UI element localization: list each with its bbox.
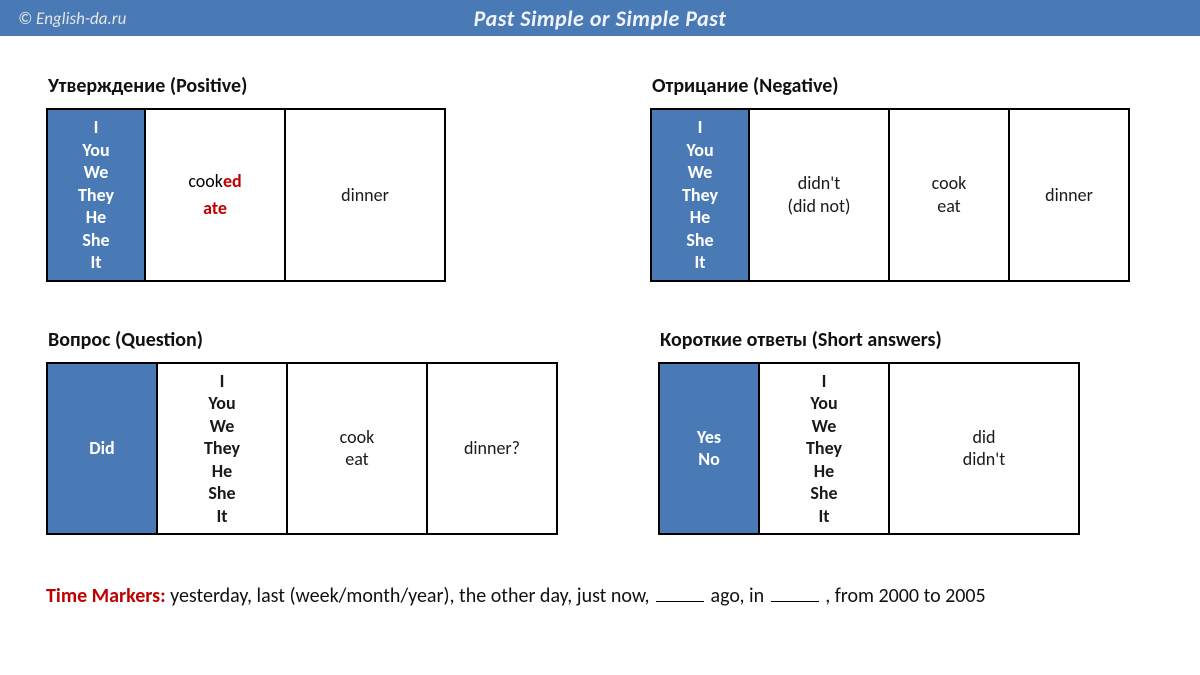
- question-pronouns: I You We They He She It: [157, 363, 287, 535]
- question-heading: Вопрос (Question): [48, 328, 558, 352]
- page-title: Past Simple or Simple Past: [0, 5, 1200, 32]
- negative-heading: Отрицание (Negative): [652, 74, 1154, 98]
- blank-1: [656, 581, 704, 602]
- answers-pronouns: I You We They He She It: [759, 363, 889, 535]
- negative-block: Отрицание (Negative) I You We They He Sh…: [650, 74, 1154, 282]
- answers-did: diddidn't: [889, 363, 1079, 535]
- question-table: Did I You We They He She It coo: [46, 362, 558, 536]
- site-credit: © English-da.ru: [18, 8, 126, 29]
- blank-2: [771, 581, 819, 602]
- answers-table: Yes No I You We They He She It: [658, 362, 1080, 536]
- positive-verb: cooked ate: [145, 109, 285, 281]
- row-2: Вопрос (Question) Did I You We They He S…: [46, 328, 1154, 536]
- question-object: dinner?: [427, 363, 557, 535]
- negative-pronouns: I You We They He She It: [651, 109, 749, 281]
- positive-object: dinner: [285, 109, 445, 281]
- positive-table: I You We They He She It cooked ate dinne…: [46, 108, 446, 282]
- answers-block: Короткие ответы (Short answers) Yes No I…: [658, 328, 1154, 536]
- answers-heading: Короткие ответы (Short answers): [660, 328, 1154, 352]
- negative-verb: cookeat: [889, 109, 1009, 281]
- time-markers-label: Time Markers:: [46, 584, 166, 608]
- question-verb: cookeat: [287, 363, 427, 535]
- question-aux: Did: [47, 363, 157, 535]
- positive-pronouns: I You We They He She It: [47, 109, 145, 281]
- negative-table: I You We They He She It didn't (did not)…: [650, 108, 1130, 282]
- content-area: Утверждение (Positive) I You We They He …: [0, 36, 1200, 535]
- question-block: Вопрос (Question) Did I You We They He S…: [46, 328, 558, 536]
- time-markers: Time Markers: yesterday, last (week/mont…: [0, 581, 1200, 608]
- negative-aux: didn't (did not): [749, 109, 889, 281]
- positive-block: Утверждение (Positive) I You We They He …: [46, 74, 550, 282]
- time-markers-text-2: ago, in: [706, 584, 769, 608]
- answers-yesno: Yes No: [659, 363, 759, 535]
- positive-heading: Утверждение (Positive): [48, 74, 550, 98]
- time-markers-text-3: , from 2000 to 2005: [821, 584, 986, 608]
- time-markers-text-1: yesterday, last (week/month/year), the o…: [166, 584, 654, 608]
- row-1: Утверждение (Positive) I You We They He …: [46, 74, 1154, 282]
- negative-object: dinner: [1009, 109, 1129, 281]
- header-bar: © English-da.ru Past Simple or Simple Pa…: [0, 0, 1200, 36]
